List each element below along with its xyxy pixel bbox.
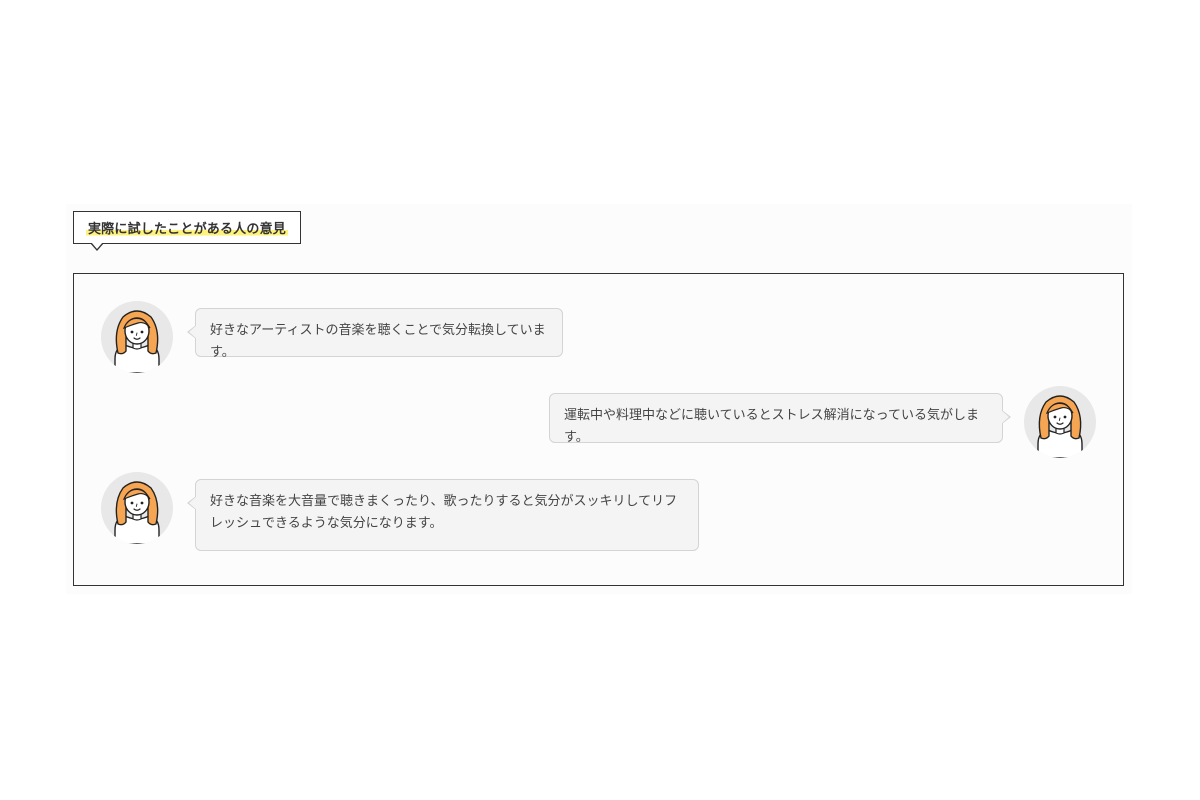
chat-message-text: 好きな音楽を大音量で聴きまくったり、歌ったりすると気分がスッキリしてリフレッシュ…	[210, 494, 678, 531]
chat-bubble-1: 好きなアーティストの音楽を聴くことで気分転換しています。	[187, 308, 563, 360]
chat-message-text: 好きなアーティストの音楽を聴くことで気分転換しています。	[210, 323, 546, 360]
section-heading-text: 実際に試したことがある人の意見	[85, 218, 288, 237]
woman-avatar-icon	[1024, 386, 1096, 458]
section-heading: 実際に試したことがある人の意見	[73, 211, 301, 251]
chat-message-text: 運転中や料理中などに聴いているとストレス解消になっている気がします。	[564, 408, 979, 445]
chat-bubble-2: 運転中や料理中などに聴いているとストレス解消になっている気がします。	[549, 393, 1011, 445]
woman-avatar-icon	[101, 472, 173, 544]
woman-avatar-icon	[101, 301, 173, 373]
chat-bubble-3: 好きな音楽を大音量で聴きまくったり、歌ったりすると気分がスッキリしてリフレッシュ…	[187, 479, 699, 551]
